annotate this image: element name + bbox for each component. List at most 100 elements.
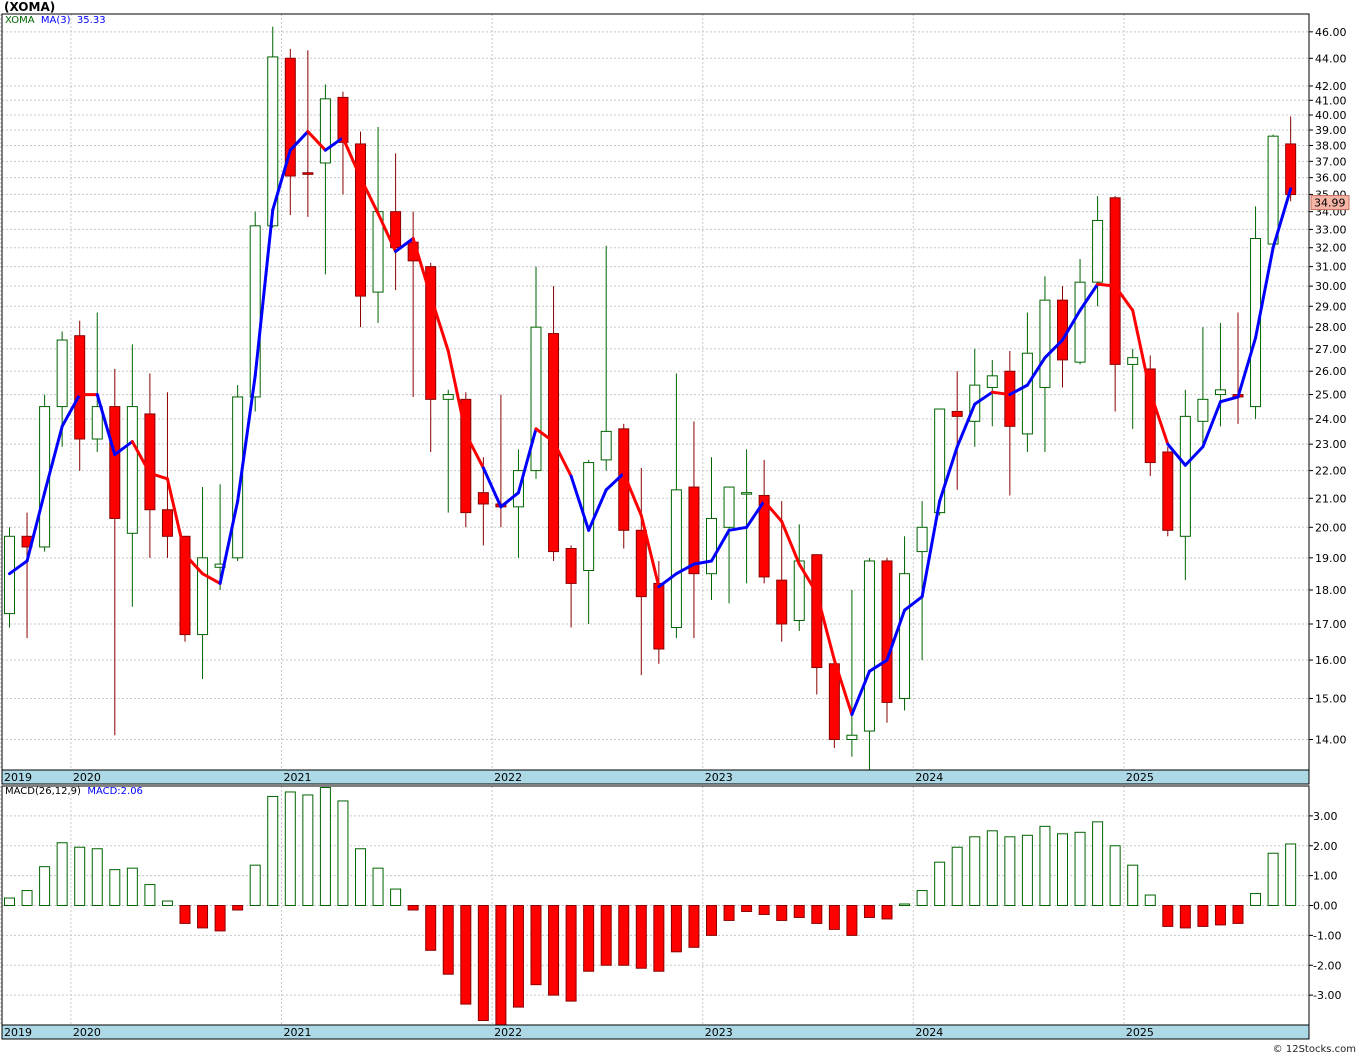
macd-bar xyxy=(179,905,191,924)
candle-body xyxy=(1127,357,1139,365)
candle-body xyxy=(1285,143,1297,196)
candle-body xyxy=(986,375,998,388)
candle-body xyxy=(161,509,173,537)
candle-body xyxy=(565,548,577,584)
macd-bar xyxy=(1057,833,1068,906)
ma-segment xyxy=(1131,308,1152,394)
macd-bar xyxy=(1232,905,1244,924)
macd-bar xyxy=(548,905,560,996)
price-x-axis-band xyxy=(1,769,1310,785)
ma-segment xyxy=(446,349,468,436)
price-y-tick-label: 41.00 xyxy=(1315,94,1347,107)
macd-y-axis-ticks: 3.00 2.00 1.00 0.00 -1.00 -2.00 -3.00 xyxy=(1309,810,1341,1002)
macd-bar xyxy=(21,890,33,906)
macd-bar xyxy=(161,900,173,906)
price-y-tick-label: 23.00 xyxy=(1315,438,1347,451)
macd-bar xyxy=(688,905,700,948)
price-gridlines xyxy=(0,14,1309,770)
candle-body xyxy=(741,492,753,495)
price-y-tick-label: 27.00 xyxy=(1315,343,1347,356)
macd-x-label: 2024 xyxy=(915,1026,943,1039)
candle-body xyxy=(723,486,735,528)
price-y-tick-label: 16.00 xyxy=(1315,654,1347,667)
candle-body xyxy=(1092,219,1104,283)
candle-body xyxy=(1214,389,1226,396)
candle-body xyxy=(319,98,331,164)
macd-bar xyxy=(1162,905,1174,927)
macd-bar xyxy=(442,905,454,975)
price-y-tick-label: 38.00 xyxy=(1315,139,1347,152)
candle-body xyxy=(1267,135,1279,245)
macd-bar xyxy=(267,795,279,906)
macd-x-label: 2025 xyxy=(1126,1026,1154,1039)
macd-bar xyxy=(56,842,68,907)
candle-body xyxy=(1179,415,1191,537)
ma-segment xyxy=(1218,395,1240,404)
macd-bar xyxy=(74,846,86,907)
candle-body xyxy=(1021,352,1033,435)
candle-body xyxy=(302,172,314,175)
candle-body xyxy=(776,579,788,625)
price-x-label: 2023 xyxy=(705,771,733,784)
macd-y-tick-label: 0.00 xyxy=(1313,900,1338,913)
macd-bar xyxy=(846,905,858,936)
price-y-tick-label: 30.00 xyxy=(1315,280,1347,293)
macd-bar xyxy=(1039,825,1051,906)
macd-bar xyxy=(512,905,524,1008)
macd-bar xyxy=(899,903,911,906)
candle-body xyxy=(1197,398,1209,422)
price-y-tick-label: 31.00 xyxy=(1315,261,1347,274)
candle-body xyxy=(881,560,893,703)
macd-bar xyxy=(144,884,156,907)
macd-x-label: 2023 xyxy=(705,1026,733,1039)
macd-bar xyxy=(828,905,840,930)
credit-text: © 12Stocks.com xyxy=(1272,1044,1356,1055)
macd-legend-label: MACD(26,12,9) xyxy=(5,786,81,797)
macd-bar xyxy=(1021,834,1033,907)
candle-body xyxy=(530,326,542,472)
macd-x-label: 2019 xyxy=(4,1026,32,1039)
macd-bar xyxy=(600,905,612,966)
macd-bar xyxy=(4,897,15,906)
price-y-axis-ticks: 14.00 15.00 16.00 17.00 18.00 19.00 20.00 21.00… xyxy=(1309,26,1347,746)
price-x-label: 2025 xyxy=(1126,771,1154,784)
candle-body xyxy=(951,410,963,417)
macd-bar xyxy=(706,905,717,936)
macd-y-tick-label: 3.00 xyxy=(1313,810,1338,823)
macd-bar xyxy=(197,905,209,929)
macd-bar xyxy=(1127,864,1139,907)
candle-body xyxy=(477,492,489,505)
macd-bar xyxy=(319,786,331,907)
macd-bars xyxy=(4,786,1297,1026)
macd-bar xyxy=(425,905,437,951)
macd-bar xyxy=(618,905,630,966)
candle-body xyxy=(653,582,665,650)
candle-body xyxy=(600,430,612,461)
macd-bar xyxy=(1267,852,1279,906)
macd-bar xyxy=(232,905,244,911)
macd-x-label: 2021 xyxy=(284,1026,312,1039)
macd-bar xyxy=(1004,836,1016,906)
macd-bar xyxy=(811,905,823,924)
candle-body xyxy=(863,560,875,732)
candle-body xyxy=(688,486,700,575)
ma-segment xyxy=(1096,282,1117,288)
price-y-tick-label: 32.00 xyxy=(1315,242,1347,255)
price-legend-ma-label: MA(3) xyxy=(40,15,71,26)
macd-y-tick-label: -1.00 xyxy=(1313,929,1341,942)
macd-bar xyxy=(653,905,665,972)
ma-segment xyxy=(955,402,977,449)
macd-bar xyxy=(1074,831,1086,907)
price-legend-ma-value: 35.33 xyxy=(76,15,106,26)
macd-bar xyxy=(934,861,946,907)
price-x-label: 2021 xyxy=(284,771,312,784)
macd-bar xyxy=(126,867,138,906)
macd-bar xyxy=(91,848,103,906)
chart-title: (XOMA) xyxy=(4,0,56,14)
macd-x-axis-band xyxy=(1,1024,1310,1040)
price-y-tick-label: 14.00 xyxy=(1315,733,1347,746)
macd-x-label: 2022 xyxy=(494,1026,522,1039)
macd-bar xyxy=(1179,905,1191,929)
candle-body xyxy=(1004,370,1016,427)
macd-bar xyxy=(390,888,402,906)
